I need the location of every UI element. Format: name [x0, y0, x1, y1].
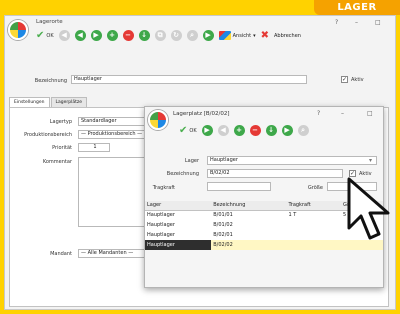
app-logo-icon — [148, 110, 168, 130]
table-cell: B/01/02 — [211, 220, 287, 230]
prioritaet-label: Priorität — [52, 145, 72, 151]
prioritaet-input[interactable]: 1 — [78, 143, 110, 152]
maximize-button[interactable]: □ — [367, 110, 373, 117]
tab-lagerplaetze[interactable]: Lagerplätze — [50, 97, 88, 107]
aktiv-label: Aktiv — [351, 77, 364, 83]
window-title: Lagerorte — [36, 19, 63, 25]
refresh-icon[interactable]: ↻ — [170, 30, 182, 41]
chevron-down-icon: ▾ — [369, 157, 373, 164]
ok-button-label[interactable]: OK — [189, 128, 196, 134]
abbrechen-label[interactable]: Abbrechen — [274, 33, 301, 39]
first-icon[interactable]: ◀ — [58, 30, 70, 41]
column-header[interactable]: Bezeichnung — [211, 201, 287, 211]
ansicht-label: Ansicht — [232, 32, 252, 39]
mouse-pointer-icon — [347, 177, 390, 240]
bezeichnung-input[interactable]: Hauptlager — [71, 75, 307, 84]
app-logo-icon — [8, 20, 28, 40]
maximize-button[interactable]: □ — [375, 19, 381, 26]
minimize-button[interactable]: – — [341, 110, 344, 117]
next-icon[interactable]: ▶ — [201, 125, 213, 136]
table-cell: B/02/01 — [211, 230, 287, 240]
groesse-label: Größe — [307, 185, 323, 191]
table-cell: Hauptlager — [145, 210, 212, 220]
first-icon[interactable]: ◀ — [217, 125, 229, 136]
minus-icon[interactable]: − — [249, 125, 261, 136]
table-cell: B/02/02 — [211, 240, 287, 250]
copy-icon[interactable]: ⧉ — [154, 30, 166, 41]
ansicht-button[interactable]: Ansicht ▾ — [218, 31, 256, 40]
mandant-select[interactable]: — Alle Mandanten — — [78, 249, 148, 258]
search-icon[interactable]: ⌕ — [297, 125, 309, 136]
produktionsbereich-label: Produktionsbereich — [24, 132, 72, 138]
table-cell: Hauptlager — [145, 230, 212, 240]
table-cell: 1 T — [286, 210, 341, 220]
close-x-icon[interactable]: ✖ — [261, 30, 269, 41]
help-button[interactable]: ? — [335, 19, 338, 26]
ok-button-label[interactable]: OK — [46, 33, 53, 39]
kommentar-label: Kommentar — [42, 159, 72, 165]
chevron-down-icon: ▾ — [253, 32, 256, 39]
corner-tag: LAGER — [314, 0, 400, 15]
minus-icon[interactable]: − — [122, 30, 134, 41]
search-icon[interactable]: ⌕ — [186, 30, 198, 41]
next-icon[interactable]: ▶ — [90, 30, 102, 41]
prev-icon[interactable]: ◀ — [74, 30, 86, 41]
table-cell — [286, 220, 341, 230]
save-icon[interactable]: ↓ — [138, 30, 150, 41]
tab-bar: Einstellungen Lagerplätze — [9, 97, 88, 107]
lagerplatz-title: Lagerplatz [B/02/02] — [173, 111, 230, 117]
table-cell — [286, 240, 341, 250]
add-icon[interactable]: + — [233, 125, 245, 136]
lagertyp-select[interactable]: Standardlager — [78, 117, 148, 126]
bezeichnung-label: Bezeichnung — [166, 171, 199, 177]
lager-select[interactable]: Hauptlager — [207, 156, 377, 165]
view-icon — [218, 31, 231, 40]
main-toolbar: ✔ OK ◀ ◀ ▶ + − ↓ ⧉ ↻ ⌕ ▶ Ansicht ▾ ✖ Abb… — [36, 30, 301, 41]
save-icon[interactable]: ↓ — [265, 125, 277, 136]
checkmark-icon[interactable]: ✔ — [179, 125, 187, 136]
add-icon[interactable]: + — [106, 30, 118, 41]
bezeichnung-input[interactable]: B/02/02 — [207, 169, 343, 178]
lagerplatz-toolbar: ✔ OK ▶ ◀ + − ↓ ▶ ⌕ — [179, 125, 309, 136]
tragkraft-label: Tragkraft — [152, 185, 175, 191]
minimize-button[interactable]: – — [355, 19, 358, 26]
table-cell: B/01/01 — [211, 210, 287, 220]
aktiv-checkbox[interactable]: ✓ — [341, 76, 348, 83]
help-button[interactable]: ? — [317, 110, 320, 117]
table-cell: Hauptlager — [145, 220, 212, 230]
last-icon[interactable]: ▶ — [202, 30, 214, 41]
tragkraft-input[interactable] — [207, 182, 271, 191]
table-cell — [286, 230, 341, 240]
produktionsbereich-select[interactable]: — Produktionsbereich — — [78, 130, 148, 139]
kommentar-textarea[interactable] — [78, 157, 148, 227]
checkmark-icon[interactable]: ✔ — [36, 30, 44, 41]
tab-einstellungen[interactable]: Einstellungen — [9, 97, 50, 107]
lagertyp-label: Lagertyp — [49, 119, 72, 125]
lager-label: Lager — [184, 158, 199, 164]
column-header[interactable]: Tragkraft — [286, 201, 341, 211]
bezeichnung-label: Bezeichnung — [34, 78, 67, 84]
column-header[interactable]: Lager — [145, 201, 212, 211]
last-icon[interactable]: ▶ — [281, 125, 293, 136]
mandant-label: Mandant — [50, 251, 72, 257]
table-cell: Hauptlager — [145, 240, 212, 250]
